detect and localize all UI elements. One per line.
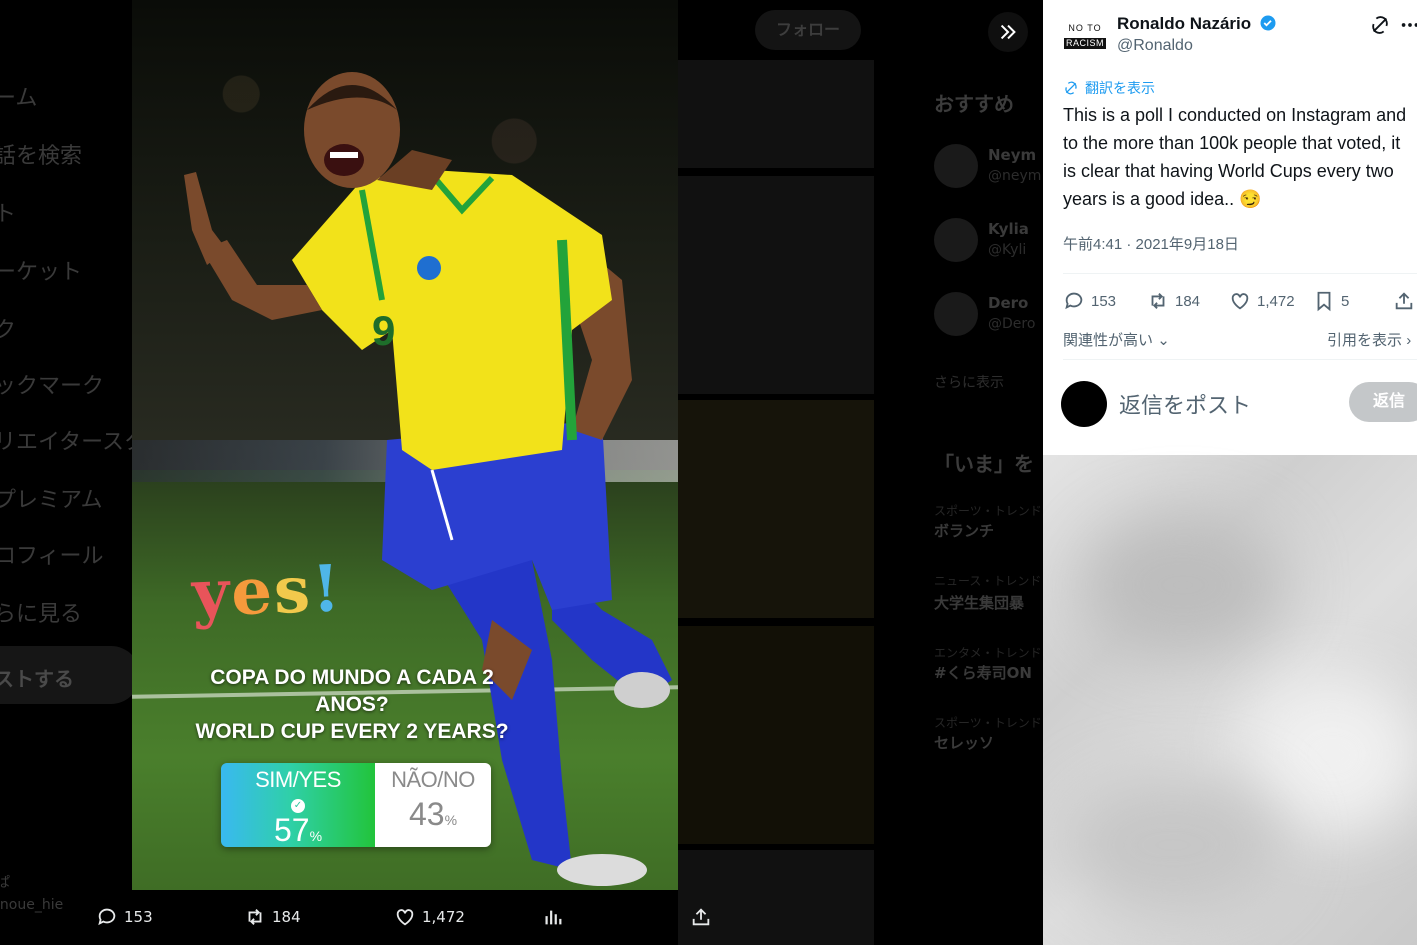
tweet-detail-panel: NO TO RACISM Ronaldo Nazário @Ronaldo 翻訳… xyxy=(1043,0,1417,945)
bg-nav-profile: ロフィール xyxy=(0,544,104,569)
bg-follow-button: フォロー xyxy=(755,10,861,50)
more-options-icon[interactable] xyxy=(1399,14,1417,36)
double-chevron-right-icon xyxy=(1000,24,1016,40)
media-action-bar: 153 184 1,472 xyxy=(96,900,726,936)
author-handle[interactable]: @Ronaldo xyxy=(1117,37,1193,55)
bg-avatar xyxy=(934,292,978,336)
bg-nav-more: らに見る xyxy=(0,602,83,627)
reply-icon xyxy=(98,908,116,926)
bg-nav-bookmarks: ックマーク xyxy=(0,374,105,399)
repost-icon xyxy=(1151,293,1165,309)
bg-more-link: さらに表示 xyxy=(934,375,1004,391)
bg-media-tile xyxy=(678,400,874,618)
grok-icon[interactable] xyxy=(1369,14,1391,36)
bg-trend-item: #くら寿司ON xyxy=(934,664,1032,682)
verified-badge-icon xyxy=(1260,15,1276,31)
reply-button[interactable]: 153 xyxy=(1063,290,1116,312)
repost-button[interactable]: 184 xyxy=(1147,290,1200,312)
bg-trend-item: 大学生集団暴 xyxy=(934,594,1025,612)
divider xyxy=(1063,359,1417,360)
bg-recommend-item: Dero @Dero xyxy=(934,292,1044,342)
share-icon xyxy=(1395,292,1413,310)
chevron-right-icon: › xyxy=(1406,332,1412,349)
bg-nav-notifications: ト xyxy=(0,202,17,227)
svg-text:9: 9 xyxy=(372,307,395,354)
chevron-down-icon: ⌄ xyxy=(1157,332,1170,349)
author-name[interactable]: Ronaldo Nazário xyxy=(1117,14,1277,34)
bg-nav-messages: ク xyxy=(0,318,17,343)
poll-yes-percent: 57 xyxy=(273,812,310,847)
bg-trend-item: ボランチ xyxy=(934,522,995,540)
sort-dropdown[interactable]: 関連性が高い ⌄ xyxy=(1063,329,1170,350)
yes-sticker: yes! xyxy=(190,551,344,632)
media-views-button[interactable] xyxy=(542,906,564,928)
bg-recommend-item: Neym @neym xyxy=(934,144,1044,194)
bg-account: ぱ inoue_hie xyxy=(0,875,64,913)
bg-nav-explore: 話を検索 xyxy=(0,144,83,169)
tweet-text: This is a poll I conducted on Instagram … xyxy=(1063,105,1407,209)
media-share-button[interactable] xyxy=(690,906,712,928)
bookmark-button[interactable]: 5 xyxy=(1313,290,1349,312)
like-button[interactable]: 1,472 xyxy=(1229,290,1295,312)
bg-nav-home: ーム xyxy=(0,86,38,111)
share-button[interactable] xyxy=(1393,290,1415,312)
bg-trend-item: セレッソ xyxy=(934,734,995,752)
poll-question: COPA DO MUNDO A CADA 2 ANOS? WORLD CUP E… xyxy=(195,666,509,743)
divider xyxy=(1063,273,1417,274)
blurred-replies-area xyxy=(1043,455,1417,945)
bookmark-icon xyxy=(1317,291,1331,312)
bg-avatar xyxy=(934,144,978,188)
reply-input[interactable]: 返信をポスト xyxy=(1119,388,1251,420)
user-avatar[interactable] xyxy=(1061,381,1107,427)
poll-no-percent: 43 xyxy=(408,796,445,832)
view-quotes-link[interactable]: 引用を表示 › xyxy=(1327,329,1411,350)
analytics-icon xyxy=(545,910,562,925)
avatar[interactable]: NO TO RACISM xyxy=(1063,20,1107,50)
share-icon xyxy=(692,908,710,926)
heart-icon xyxy=(396,909,414,926)
reply-icon xyxy=(1065,292,1083,310)
bg-post-button: ストする xyxy=(0,646,140,704)
translate-link[interactable]: 翻訳を表示 xyxy=(1063,78,1155,98)
reply-submit-button[interactable]: 返信 xyxy=(1349,382,1417,422)
translate-icon xyxy=(1065,81,1077,95)
bg-media-tile xyxy=(678,626,874,844)
media-reply-button[interactable]: 153 xyxy=(96,906,153,928)
bg-nav-premium: プレミアム xyxy=(0,488,103,513)
background-sidebar: ーム 話を検索 ト ーケット ク ックマーク リエイタースタ プレミアム ロフィ… xyxy=(0,0,146,945)
poll-option-yes: SIM/YES ✓ 57% xyxy=(221,763,375,847)
tweet-stats: 153 184 1,472 5 xyxy=(1063,290,1417,316)
bg-recommend-title: おすすめ xyxy=(934,92,1014,116)
bg-media-tile xyxy=(678,60,874,168)
media-like-button[interactable]: 1,472 xyxy=(394,906,465,928)
bg-recommend-item: Kylia @Kyli xyxy=(934,218,1044,268)
media-repost-button[interactable]: 184 xyxy=(244,906,301,928)
media-image[interactable]: 9 yes! xyxy=(132,0,678,890)
bg-media-tile xyxy=(678,176,874,394)
player-illustration: 9 xyxy=(184,72,672,886)
repost-icon xyxy=(248,909,262,925)
collapse-panel-button[interactable] xyxy=(988,12,1028,52)
bg-trends-title: 「いま」を xyxy=(934,452,1034,476)
bg-nav-creator: リエイタースタ xyxy=(0,430,147,455)
check-icon: ✓ xyxy=(291,799,305,813)
poll-option-no: NÃO/NO 43% xyxy=(375,763,491,847)
bg-nav-market: ーケット xyxy=(0,260,83,285)
tweet-timestamp[interactable]: 午前4:41 · 2021年9月18日 xyxy=(1063,233,1239,254)
heart-icon xyxy=(1231,293,1249,310)
poll-results: SIM/YES ✓ 57% NÃO/NO 43% xyxy=(221,763,491,847)
bg-avatar xyxy=(934,218,978,262)
